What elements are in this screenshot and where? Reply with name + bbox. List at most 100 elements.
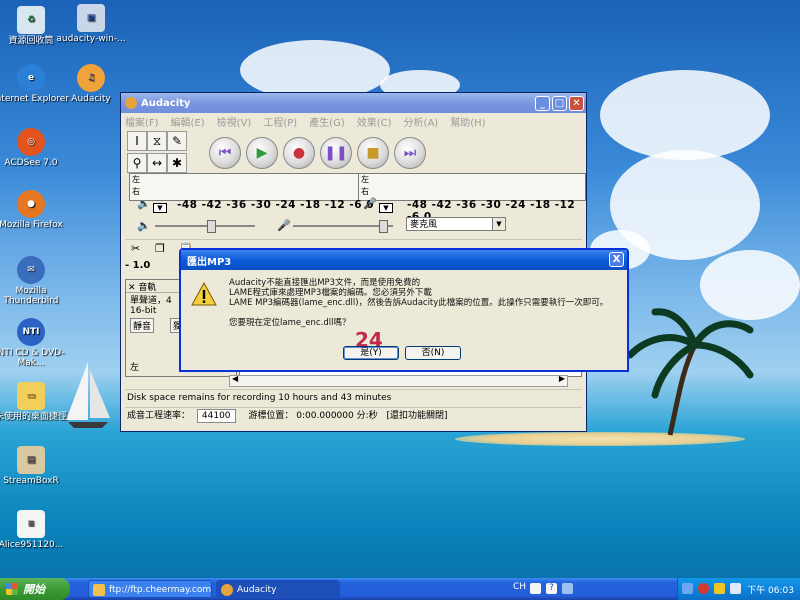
snap-label: [還扣功能關閉] [386, 411, 448, 421]
maximize-button[interactable]: □ [552, 95, 567, 111]
copy-icon[interactable]: ❐ [155, 242, 165, 255]
volume-icon[interactable] [730, 583, 741, 594]
menu-file[interactable]: 檔案(F) [125, 114, 159, 129]
desktop-icon-audacity-installer[interactable]: ▣ audacity-win-... [52, 4, 130, 44]
recycle-bin-icon: ♻ [17, 6, 45, 34]
envelope-tool-icon[interactable]: ⧖ [147, 131, 167, 151]
input-volume-slider[interactable] [293, 220, 393, 233]
skip-end-icon: ⏭ [403, 145, 417, 161]
dialog-close-button[interactable]: X [609, 252, 624, 267]
selection-tool-icon[interactable]: I [127, 131, 147, 151]
stop-icon: ■ [366, 145, 380, 161]
menu-analyze[interactable]: 分析(A) [404, 114, 439, 129]
network-icon[interactable] [682, 583, 693, 594]
installer-icon: ▣ [77, 4, 105, 32]
menu-project[interactable]: 工程(P) [263, 114, 297, 129]
skip-start-button[interactable]: ⏮ [209, 137, 241, 169]
language-indicator[interactable]: CH [513, 582, 526, 592]
antivirus-icon[interactable] [698, 583, 709, 594]
menu-effect[interactable]: 效果(C) [357, 114, 392, 129]
mic-icon: 🎤 [363, 197, 377, 210]
dropdown-arrow-icon[interactable]: ▼ [379, 203, 393, 213]
record-icon: ● [292, 145, 306, 161]
help-icon[interactable]: ? [546, 583, 557, 594]
zoom-tool-icon[interactable]: ⚲ [127, 153, 147, 173]
mute-button[interactable]: 靜音 [130, 318, 155, 333]
cut-icon[interactable]: ✂ [131, 242, 140, 255]
pan-left-label: 左 [130, 363, 140, 373]
multi-tool-icon[interactable]: ✱ [167, 153, 187, 173]
keyboard-icon[interactable] [530, 583, 541, 594]
desktop-icon-unused-shortcuts[interactable]: ▭ 未使用的桌面捷徑 [0, 382, 70, 422]
streambox-icon: ▤ [17, 446, 45, 474]
desktop-icon-streamboxr[interactable]: ▤ StreamBoxR [0, 446, 70, 486]
rate-label: 成音工程速率： [127, 411, 191, 421]
play-icon: ▶ [256, 145, 268, 161]
skip-end-button[interactable]: ⏭ [394, 137, 426, 169]
desktop-icon-firefox[interactable]: ● Mozilla Firefox [0, 190, 70, 230]
desktop-icon-audacity[interactable]: ♫ Audacity [52, 64, 130, 104]
desktop-icon-nti[interactable]: NTI NTI CD & DVD-Mak... [0, 318, 70, 368]
menu-help[interactable]: 幫助(H) [450, 114, 485, 129]
clock[interactable]: 下午 06:03 [747, 583, 794, 596]
desktop-icon-thunderbird[interactable]: ✉ Mozilla Thunderbird [0, 256, 70, 306]
menu-edit[interactable]: 編輯(E) [171, 114, 205, 129]
dialog-title: 匯出MP3 [187, 256, 232, 268]
security-shield-icon[interactable] [714, 583, 725, 594]
play-button[interactable]: ▶ [246, 137, 278, 169]
yes-button[interactable]: 是(Y) [343, 346, 399, 360]
timeshift-tool-icon[interactable]: ↔ [147, 153, 167, 173]
dialog-titlebar[interactable]: 匯出MP3 X [181, 250, 627, 270]
taskbar-item-audacity[interactable]: Audacity [216, 580, 340, 598]
nti-cd-icon: NTI [17, 318, 45, 346]
dialog-question: 您要現在定位lame_enc.dll嗎？ [229, 318, 351, 328]
acdsee-icon: ◎ [17, 128, 45, 156]
control-toolbar: I ⧖ ✎ ⚲ ↔ ✱ ⏮ ▶ ● ❚❚ ■ ⏭ [121, 129, 586, 177]
browser-icon [93, 584, 105, 596]
windows-logo-icon [6, 583, 18, 595]
rate-value-field[interactable]: 44100 [196, 409, 236, 423]
track-close-icon[interactable]: ✕ [128, 283, 136, 293]
skip-start-icon: ⏮ [218, 145, 232, 161]
output-volume-icon: 🔈 [137, 219, 151, 232]
stop-button[interactable]: ■ [357, 137, 389, 169]
cloud [240, 40, 390, 100]
system-tray: 下午 06:03 [677, 578, 800, 600]
tools-toolbar: I ⧖ ✎ ⚲ ↔ ✱ [127, 131, 191, 175]
pause-button[interactable]: ❚❚ [320, 137, 352, 169]
grid-icon[interactable] [562, 583, 573, 594]
horizontal-scrollbar[interactable]: ◀ ▶ [229, 374, 568, 387]
close-button[interactable]: ✕ [569, 95, 584, 111]
desktop-icon-alice-file[interactable]: ≡ Alice951120... [0, 510, 70, 550]
scroll-left-icon[interactable]: ◀ [232, 374, 238, 383]
output-volume-slider[interactable] [155, 220, 255, 233]
rate-status-bar: 成音工程速率： 44100 游標位置： 0:00.000000 分:秒 [還扣功… [125, 407, 582, 424]
audacity-icon: ♫ [77, 64, 105, 92]
input-volume-icon: 🎤 [277, 219, 291, 232]
output-meter: 左 右 [129, 173, 359, 201]
draw-tool-icon[interactable]: ✎ [167, 131, 187, 151]
taskbar-item-ftp[interactable]: ftp://ftp.cheermay.com... [88, 580, 212, 598]
position-value: 0:00.000000 分:秒 [296, 411, 378, 421]
slider-thumb[interactable] [379, 220, 388, 233]
desktop-icon-acdsee[interactable]: ◎ ACDSee 7.0 [0, 128, 70, 168]
no-button[interactable]: 否(N) [405, 346, 461, 360]
minimize-button[interactable]: _ [535, 95, 550, 111]
menu-view[interactable]: 檢視(V) [217, 114, 252, 129]
menu-generate[interactable]: 產生(G) [309, 114, 345, 129]
input-meter: 左 右 [358, 173, 586, 201]
folder-icon: ▭ [17, 382, 45, 410]
start-button[interactable]: 開始 [0, 578, 70, 600]
input-source-select[interactable]: 麥克風 ▼ [406, 217, 506, 231]
thunderbird-icon: ✉ [17, 256, 45, 284]
scroll-right-icon[interactable]: ▶ [559, 374, 565, 383]
slider-thumb[interactable] [207, 220, 216, 233]
export-mp3-dialog: 匯出MP3 X Audacity不能直接匯出MP3文件，而是使用免費的 LAME… [179, 248, 629, 372]
dialog-message: Audacity不能直接匯出MP3文件，而是使用免費的 LAME程式庫來處理MP… [229, 278, 609, 308]
record-button[interactable]: ● [283, 137, 315, 169]
audacity-app-icon [125, 97, 137, 109]
window-titlebar[interactable]: Audacity _ □ ✕ [121, 93, 586, 113]
position-label: 游標位置： [248, 411, 294, 421]
dropdown-arrow-icon[interactable]: ▼ [153, 203, 167, 213]
taskbar: 開始 ftp://ftp.cheermay.com... Audacity CH… [0, 578, 800, 600]
